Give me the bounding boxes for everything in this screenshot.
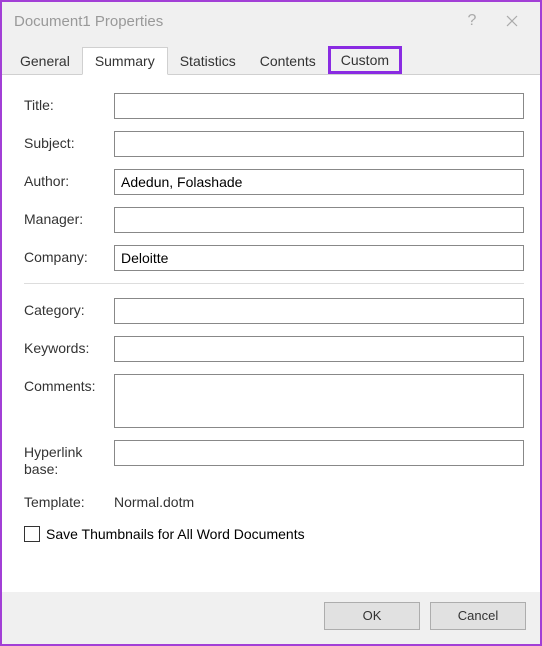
tab-general[interactable]: General [8, 48, 82, 74]
dialog-footer: OK Cancel [2, 592, 540, 644]
subject-input[interactable] [114, 131, 524, 157]
summary-panel: Title: Subject: Author: Manager: Company… [2, 75, 540, 592]
tab-strip: General Summary Statistics Contents Cust… [2, 40, 540, 75]
tab-custom[interactable]: Custom [328, 46, 402, 74]
title-label: Title: [24, 93, 114, 113]
titlebar: Document1 Properties ? [2, 2, 540, 40]
category-label: Category: [24, 298, 114, 318]
tab-summary[interactable]: Summary [82, 47, 168, 75]
title-input[interactable] [114, 93, 524, 119]
template-label: Template: [24, 490, 114, 510]
tab-statistics[interactable]: Statistics [168, 48, 248, 74]
cancel-button[interactable]: Cancel [430, 602, 526, 630]
comments-input[interactable] [114, 374, 524, 428]
company-input[interactable] [114, 245, 524, 271]
keywords-label: Keywords: [24, 336, 114, 356]
window-title: Document1 Properties [14, 13, 452, 30]
category-input[interactable] [114, 298, 524, 324]
save-thumbnails-label: Save Thumbnails for All Word Documents [46, 526, 305, 542]
properties-dialog: Document1 Properties ? General Summary S… [0, 0, 542, 646]
tab-contents[interactable]: Contents [248, 48, 328, 74]
save-thumbnails-checkbox[interactable]: Save Thumbnails for All Word Documents [24, 526, 524, 542]
checkbox-icon[interactable] [24, 526, 40, 542]
manager-input[interactable] [114, 207, 524, 233]
hyperlink-input[interactable] [114, 440, 524, 466]
keywords-input[interactable] [114, 336, 524, 362]
close-icon[interactable] [492, 15, 532, 27]
comments-label: Comments: [24, 374, 114, 394]
manager-label: Manager: [24, 207, 114, 227]
author-input[interactable] [114, 169, 524, 195]
company-label: Company: [24, 245, 114, 265]
hyperlink-label: Hyperlink base: [24, 440, 114, 478]
ok-button[interactable]: OK [324, 602, 420, 630]
help-icon[interactable]: ? [452, 12, 492, 30]
section-divider [24, 283, 524, 284]
author-label: Author: [24, 169, 114, 189]
template-value: Normal.dotm [114, 490, 194, 510]
subject-label: Subject: [24, 131, 114, 151]
